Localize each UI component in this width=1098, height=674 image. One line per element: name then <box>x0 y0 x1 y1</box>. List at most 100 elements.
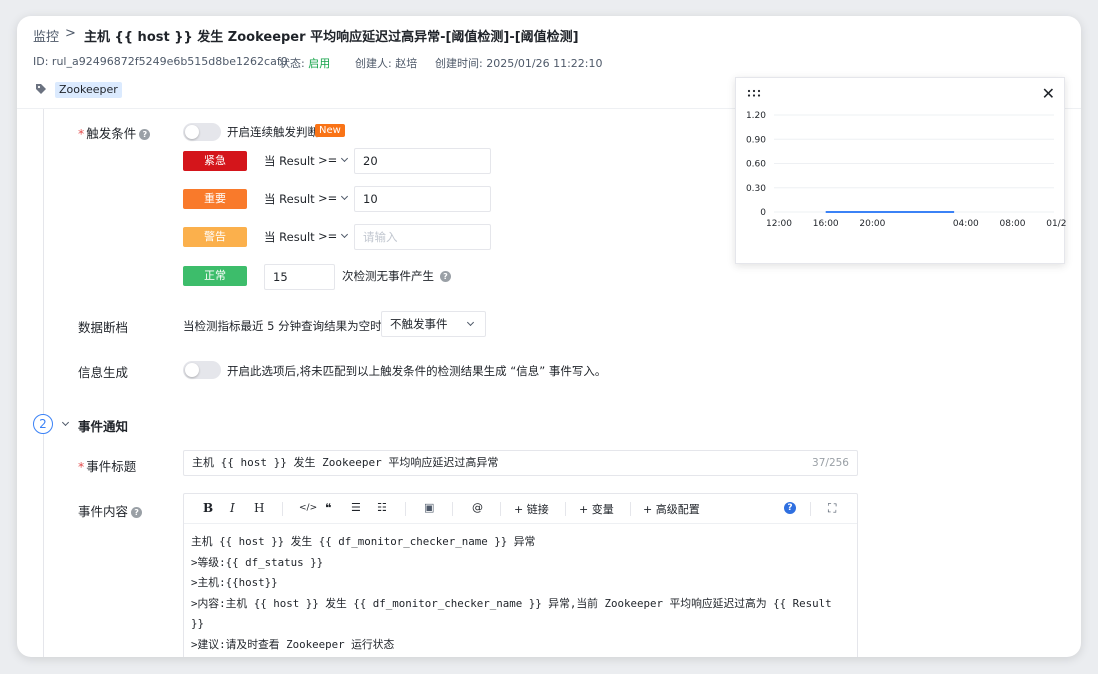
bullet-list-button[interactable]: ☰ <box>351 501 361 514</box>
collapse-toggle[interactable] <box>61 417 70 431</box>
condition-when-label: 当 Result <box>264 230 315 244</box>
x-tick-label: 20:00 <box>859 219 885 229</box>
event-title-input[interactable]: 主机 {{ host }} 发生 Zookeeper 平均响应延迟过高异常 37… <box>183 450 858 476</box>
info-gen-toggle[interactable] <box>183 361 221 379</box>
x-tick-label: 01/26 <box>1046 219 1066 229</box>
x-tick-label: 12:00 <box>766 219 792 229</box>
x-tick-label: 08:00 <box>1000 219 1026 229</box>
rule-id: ID: rul_a92496872f5249e6b515d8be1262caf0 <box>33 55 288 68</box>
threshold-input[interactable]: 10 <box>354 186 491 212</box>
x-tick-label: 16:00 <box>813 219 839 229</box>
code-button[interactable]: </> <box>299 503 317 513</box>
level-badge: 警告 <box>183 227 247 247</box>
toolbar-divider <box>405 502 406 516</box>
continuous-trigger-toggle[interactable] <box>183 123 221 141</box>
editor-line: >主机:{{host}} <box>191 576 278 590</box>
fullscreen-icon[interactable]: ⛶ <box>828 501 836 516</box>
step-number: 2 <box>33 414 53 434</box>
breadcrumb-root[interactable]: 监控 <box>33 26 59 45</box>
editor-line: 主机 {{ host }} 发生 {{ df_monitor_checker_n… <box>191 535 536 548</box>
info-gen-text: 开启此选项后,将未匹配到以上触发条件的检测结果生成 “信息” 事件写入。 <box>227 364 607 378</box>
x-tick-label: 04:00 <box>953 219 979 229</box>
condition-when-label: 当 Result <box>264 154 315 168</box>
data-gap-text: 当检测指标最近 5 分钟查询结果为空时, <box>183 319 386 333</box>
editor-line: >内容:主机 {{ host }} 发生 {{ df_monitor_check… <box>191 596 832 610</box>
status-label: 状态: <box>279 57 305 70</box>
threshold-input[interactable]: 请输入 <box>354 224 491 250</box>
editor-line: >建议:请及时查看 Zookeeper 运行状态 <box>191 637 395 651</box>
condition-when-label: 当 Result <box>264 192 315 206</box>
ordered-list-button[interactable]: ☷ <box>377 501 387 514</box>
event-title-counter: 37/256 <box>812 457 849 469</box>
event-content-editor[interactable]: B I H </> ❝ ☰ ☷ ▣ @ + 链接 + 变量 + 高级配置 ? ⛶… <box>183 493 858 657</box>
y-tick-label: 0.60 <box>746 160 766 170</box>
toolbar-divider <box>500 502 501 516</box>
event-content-label: 事件内容? <box>78 501 143 520</box>
normal-count-input[interactable]: 15 <box>264 264 335 290</box>
preview-chart-popup: ✕ 1.200.900.600.30012:0016:0020:0001/260… <box>735 77 1066 264</box>
chevron-down-icon <box>466 318 475 327</box>
status-value: 启用 <box>308 57 331 70</box>
step-connector-line <box>43 109 44 657</box>
y-tick-label: 0.30 <box>746 184 766 194</box>
event-title-label: * 事件标题 <box>78 459 137 474</box>
level-badge: 正常 <box>183 266 247 286</box>
normal-count-suffix: 次检测无事件产生? <box>342 268 451 284</box>
help-icon[interactable]: ? <box>784 502 796 514</box>
editor-content[interactable]: 主机 {{ host }} 发生 {{ df_monitor_checker_n… <box>184 525 857 657</box>
operator-value: >= <box>318 229 338 243</box>
monitor-detail-window: 监控 > 主机 {{ host }} 发生 Zookeeper 平均响应延迟过高… <box>17 16 1081 657</box>
tag-zookeeper[interactable]: Zookeeper <box>55 82 122 98</box>
status-field: 状态: 启用 <box>279 55 330 71</box>
continuous-trigger-label: 开启连续触发判断 <box>227 125 319 139</box>
variable-button[interactable]: + 变量 <box>579 501 614 517</box>
chevron-down-icon <box>341 154 349 163</box>
line-chart: 1.20 0.90 0.60 0.30 012:00 16:00 20:00 01/26 04:… <box>746 111 1066 229</box>
info-gen-label: 信息生成 <box>78 365 129 380</box>
level-badge: 紧急 <box>183 151 247 171</box>
y-tick-label: 1.20 <box>746 111 766 121</box>
advanced-config-button[interactable]: + 高级配置 <box>643 501 700 517</box>
help-icon[interactable]: ? <box>139 129 151 140</box>
italic-button[interactable]: I <box>230 501 235 515</box>
new-badge: New <box>315 124 345 137</box>
tag-icon <box>36 84 46 94</box>
mention-button[interactable]: @ <box>472 501 483 514</box>
operator-select[interactable]: >= <box>318 153 349 167</box>
help-icon[interactable]: ? <box>440 271 451 282</box>
event-title-value: 主机 {{ host }} 发生 Zookeeper 平均响应延迟过高异常 <box>192 456 499 469</box>
toolbar-divider <box>565 502 566 516</box>
threshold-input[interactable]: 20 <box>354 148 491 174</box>
page-title: 主机 {{ host }} 发生 Zookeeper 平均响应延迟过高异常-[阈… <box>84 30 579 45</box>
help-icon[interactable]: ? <box>131 507 143 518</box>
section-title-notify: 事件通知 <box>78 419 129 434</box>
chevron-down-icon <box>341 230 349 239</box>
breadcrumb-separator: > <box>65 26 76 41</box>
created-time: 创建时间: 2025/01/26 11:22:10 <box>435 57 603 70</box>
creator: 创建人: 赵培 <box>355 57 418 70</box>
toolbar-divider <box>630 502 631 516</box>
y-tick-label: 0 <box>760 208 766 218</box>
image-button[interactable]: ▣ <box>424 501 434 514</box>
link-button[interactable]: + 链接 <box>514 501 549 517</box>
data-gap-select[interactable]: 不触发事件 <box>381 311 486 337</box>
editor-line: }} <box>191 617 205 631</box>
operator-select[interactable]: >= <box>318 191 349 205</box>
operator-select[interactable]: >= <box>318 229 349 243</box>
toolbar-divider <box>282 502 283 516</box>
y-tick-label: 0.90 <box>746 135 766 145</box>
chevron-down-icon <box>61 418 70 427</box>
editor-toolbar: B I H </> ❝ ☰ ☷ ▣ @ + 链接 + 变量 + 高级配置 ? ⛶ <box>184 494 857 524</box>
bold-button[interactable]: B <box>203 501 213 515</box>
operator-value: >= <box>318 191 338 205</box>
quote-button[interactable]: ❝ <box>325 501 331 515</box>
data-gap-select-value: 不触发事件 <box>390 317 448 331</box>
toolbar-divider <box>810 502 811 516</box>
data-gap-label: 数据断档 <box>78 320 129 335</box>
heading-button[interactable]: H <box>254 501 264 515</box>
trigger-condition-label: * 触发条件? <box>78 123 151 142</box>
editor-line: >等级:{{ df_status }} <box>191 555 324 569</box>
level-badge: 重要 <box>183 189 247 209</box>
chevron-down-icon <box>341 192 349 201</box>
operator-value: >= <box>318 153 338 167</box>
